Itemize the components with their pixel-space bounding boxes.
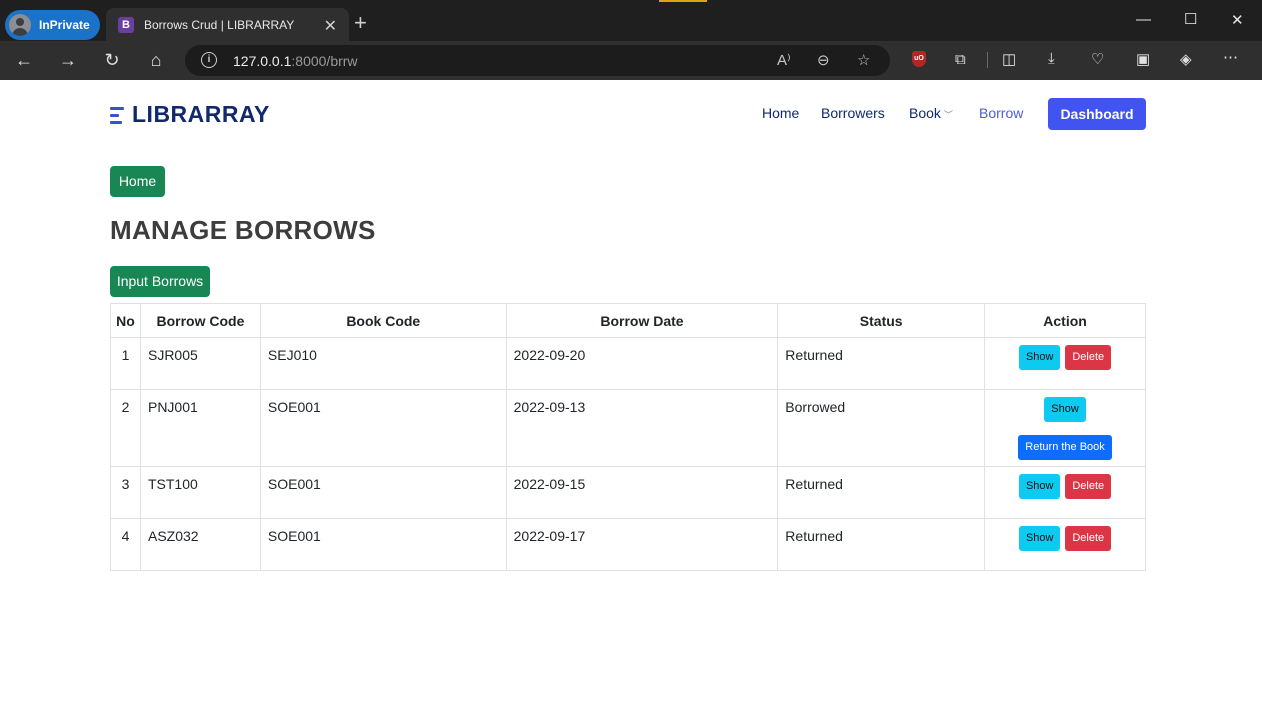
nav-link-book-label: Book	[909, 105, 941, 121]
cell-book-code: SOE001	[259, 518, 507, 571]
extensions-icon[interactable]: ⧉	[955, 51, 966, 69]
home-button[interactable]: Home	[110, 166, 165, 197]
cell-status: Returned	[777, 466, 986, 519]
more-menu-icon[interactable]: ⋯	[1223, 49, 1238, 67]
cell-no: 1	[110, 337, 141, 390]
brand-lines-icon	[110, 105, 124, 125]
table-row: 2 PNJ001 SOE001 2022-09-13 Borrowed Show…	[110, 389, 1146, 467]
url-text: 127.0.0.1:8000/brrw	[233, 53, 358, 69]
cell-book-code: SEJ010	[259, 337, 507, 390]
column-header-borrow-code: Borrow Code	[139, 303, 261, 338]
show-button[interactable]: Show	[1044, 397, 1086, 422]
column-header-borrow-date: Borrow Date	[505, 303, 779, 338]
minimize-icon[interactable]: —	[1136, 11, 1151, 28]
forward-icon[interactable]: →	[57, 50, 79, 70]
delete-button[interactable]: Delete	[1065, 345, 1112, 370]
nav-link-borrowers[interactable]: Borrowers	[821, 105, 885, 121]
zoom-icon[interactable]: ⊖	[817, 51, 830, 69]
site-info-icon[interactable]: i	[201, 52, 217, 68]
chevron-down-icon: ﹀	[943, 110, 953, 120]
ublock-extension-icon[interactable]: uO	[912, 51, 926, 67]
dashboard-button[interactable]: Dashboard	[1048, 98, 1146, 130]
home-icon[interactable]: ⌂	[145, 50, 167, 70]
cell-status: Returned	[777, 518, 986, 571]
cell-borrow-code: TST100	[139, 466, 261, 519]
show-button[interactable]: Show	[1018, 526, 1061, 551]
delete-button[interactable]: Delete	[1065, 526, 1112, 551]
browser-tab-active[interactable]: B Borrows Crud | LIBRARRAY ✕	[106, 8, 349, 41]
tab-close-icon[interactable]: ✕	[324, 16, 337, 36]
column-header-status: Status	[777, 303, 986, 338]
table-row: 3 TST100 SOE001 2022-09-15 Returned Show…	[110, 466, 1146, 519]
favorite-star-icon[interactable]: ☆	[857, 51, 870, 69]
input-borrows-button[interactable]: Input Borrows	[110, 266, 210, 297]
column-header-action: Action	[984, 303, 1146, 338]
refresh-icon[interactable]: ↻	[101, 50, 123, 70]
cell-borrow-date: 2022-09-15	[505, 466, 779, 519]
maximize-icon[interactable]: ☐	[1184, 10, 1197, 28]
cell-no: 2	[110, 389, 141, 467]
nav-link-borrow[interactable]: Borrow	[979, 105, 1023, 121]
table-row: 4 ASZ032 SOE001 2022-09-17 Returned Show…	[110, 518, 1146, 571]
tab-title: Borrows Crud | LIBRARRAY	[144, 17, 295, 32]
cell-borrow-date: 2022-09-17	[505, 518, 779, 571]
column-header-no: No	[110, 303, 141, 338]
cell-actions: Show Delete	[984, 518, 1146, 571]
cell-borrow-date: 2022-09-13	[505, 389, 779, 467]
delete-button[interactable]: Delete	[1065, 474, 1112, 499]
address-bar[interactable]: i 127.0.0.1:8000/brrw A⁾ ⊖ ☆	[185, 45, 890, 76]
show-button[interactable]: Show	[1018, 345, 1061, 370]
nav-link-home[interactable]: Home	[762, 105, 799, 121]
borrows-table: No Borrow Code Book Code Borrow Date Sta…	[110, 303, 1146, 571]
return-book-button[interactable]: Return the Book	[1018, 435, 1112, 460]
read-aloud-icon[interactable]: A⁾	[777, 51, 791, 69]
cell-borrow-code: PNJ001	[139, 389, 261, 467]
window-accent	[659, 0, 707, 2]
cell-status: Borrowed	[777, 389, 986, 467]
collections-icon[interactable]: ◈	[1180, 51, 1192, 69]
page-title: MANAGE BORROWS	[110, 215, 376, 245]
cell-actions: Show Delete	[984, 466, 1146, 519]
cell-borrow-date: 2022-09-20	[505, 337, 779, 390]
show-button[interactable]: Show	[1018, 474, 1061, 499]
cell-actions: Show Return the Book	[984, 389, 1146, 467]
page-content: LIBRARRAY Home Borrowers Book ﹀ Borrow Da…	[0, 80, 1262, 711]
brand-name: LIBRARRAY	[132, 101, 270, 127]
cell-book-code: SOE001	[259, 389, 507, 467]
cell-book-code: SOE001	[259, 466, 507, 519]
nav-link-book[interactable]: Book ﹀	[909, 105, 953, 121]
tab-favicon-icon: B	[118, 16, 134, 33]
cell-status: Returned	[777, 337, 986, 390]
split-screen-icon[interactable]: ◫	[1002, 51, 1016, 69]
column-header-book-code: Book Code	[259, 303, 507, 338]
downloads-icon[interactable]: ⤓	[1048, 50, 1055, 68]
browser-toolbar: ← → ↻ ⌂ i 127.0.0.1:8000/brrw A⁾ ⊖ ☆	[0, 41, 1262, 80]
cell-no: 4	[110, 518, 141, 571]
new-tab-icon[interactable]: +	[354, 12, 367, 34]
table-row: 1 SJR005 SEJ010 2022-09-20 Returned Show…	[110, 337, 1146, 390]
cell-no: 3	[110, 466, 141, 519]
toolbar-separator	[987, 52, 988, 68]
inprivate-label: InPrivate	[39, 18, 90, 32]
profile-avatar-icon	[9, 14, 31, 36]
browser-tab-strip: InPrivate B Borrows Crud | LIBRARRAY ✕ +…	[0, 0, 1262, 41]
health-icon[interactable]: ♡	[1091, 51, 1104, 69]
table-header-row: No Borrow Code Book Code Borrow Date Sta…	[110, 303, 1146, 338]
inprivate-badge[interactable]: InPrivate	[5, 10, 100, 40]
window-close-icon[interactable]: ✕	[1231, 11, 1244, 29]
cell-borrow-code: SJR005	[139, 337, 261, 390]
cell-borrow-code: ASZ032	[139, 518, 261, 571]
cell-actions: Show Delete	[984, 337, 1146, 390]
browser-essentials-icon[interactable]: ▣	[1136, 51, 1150, 69]
brand-logo[interactable]: LIBRARRAY	[110, 101, 270, 128]
back-icon[interactable]: ←	[13, 50, 35, 70]
